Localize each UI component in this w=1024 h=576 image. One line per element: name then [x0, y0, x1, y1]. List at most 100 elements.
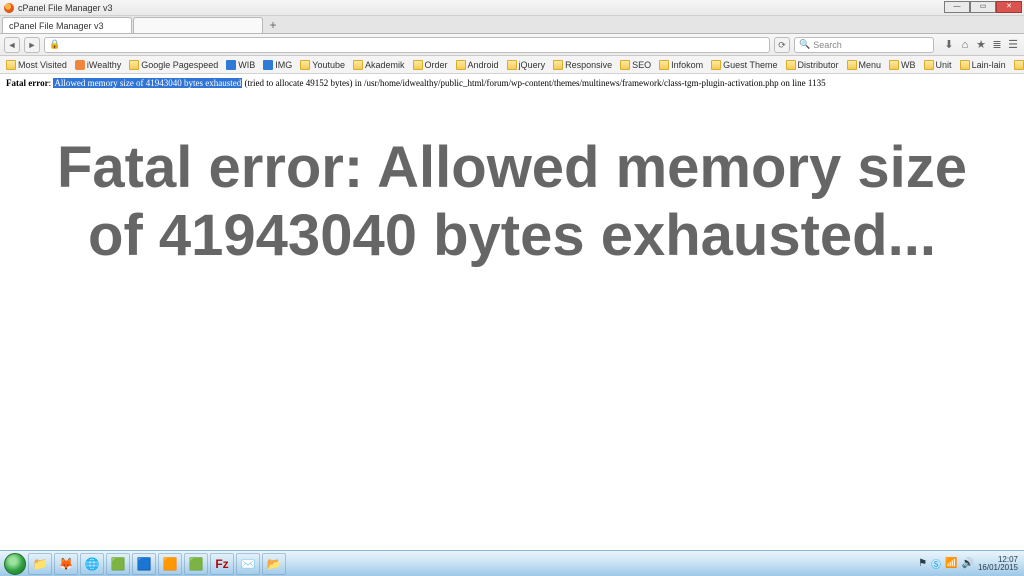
bookmark-label: SEO [632, 60, 651, 70]
bookmark-item[interactable]: Guest Theme [709, 60, 779, 70]
taskbar-item-folder[interactable]: 📂 [262, 553, 286, 575]
bookmark-label: Youtube [312, 60, 345, 70]
folder-icon [847, 60, 857, 70]
favicon-icon [226, 60, 236, 70]
clock-date: 16/01/2015 [978, 564, 1018, 572]
bookmark-item[interactable]: Order [411, 60, 450, 70]
tray-volume-icon[interactable]: 🔊 [962, 558, 974, 569]
bookmark-item[interactable]: WB [887, 60, 918, 70]
taskbar-item-illustrator[interactable]: 🟧 [158, 553, 182, 575]
taskbar-item-filezilla[interactable]: Fz [210, 553, 234, 575]
maximize-button[interactable]: ▭ [970, 1, 996, 13]
search-placeholder: Search [813, 40, 842, 50]
folder-icon [659, 60, 669, 70]
bookmark-item[interactable]: iWealthy [73, 60, 123, 70]
folder-icon [620, 60, 630, 70]
folder-icon [889, 60, 899, 70]
bookmark-item[interactable]: Akademik [351, 60, 407, 70]
bookmark-item[interactable]: Most Visited [4, 60, 69, 70]
close-button[interactable]: ✕ [996, 1, 1022, 13]
tray-skype-icon[interactable]: Ⓢ [931, 556, 941, 571]
search-bar[interactable]: 🔍 Search [794, 37, 934, 53]
php-error-selected: Allowed memory size of 41943040 bytes ex… [53, 78, 242, 88]
bookmark-item[interactable]: jQuery [505, 60, 548, 70]
folder-icon [456, 60, 466, 70]
back-button[interactable]: ◄ [4, 37, 20, 53]
bookmark-item[interactable]: Responsive [551, 60, 614, 70]
nav-toolbar: ◄ ► 🔒 ⟳ 🔍 Search ⬇ ⌂ ★ ≣ ☰ [0, 34, 1024, 56]
tab-strip: cPanel File Manager v3 + [0, 16, 1024, 34]
start-button[interactable] [4, 553, 26, 575]
taskbar-item-dreamweaver[interactable]: 🟩 [184, 553, 208, 575]
bookmark-item[interactable]: PHP [1012, 60, 1024, 70]
bookmark-item[interactable]: WIB [224, 60, 257, 70]
bookmark-item[interactable]: Distributor [784, 60, 841, 70]
folder-icon [6, 60, 16, 70]
bookmark-label: Order [425, 60, 448, 70]
bookmark-item[interactable]: Youtube [298, 60, 347, 70]
taskbar-item-chrome[interactable]: 🌐 [80, 553, 104, 575]
windows-taskbar: 📁 🦊 🌐 🟩 🟦 🟧 🟩 Fz ✉️ 📂 ⚑ Ⓢ 📶 🔊 12:07 16/0… [0, 550, 1024, 576]
bookmark-icon[interactable]: ★ [974, 38, 988, 52]
tab-0[interactable]: cPanel File Manager v3 [2, 17, 132, 33]
bookmark-label: Responsive [565, 60, 612, 70]
folder-icon [507, 60, 517, 70]
forward-button[interactable]: ► [24, 37, 40, 53]
bookmark-label: Infokom [671, 60, 703, 70]
page-content: Fatal error: Allowed memory size of 4194… [0, 74, 1024, 550]
menu-icon[interactable]: ☰ [1006, 38, 1020, 52]
tab-1[interactable] [133, 17, 263, 33]
folder-icon [960, 60, 970, 70]
new-tab-button[interactable]: + [264, 19, 282, 33]
lock-icon: 🔒 [49, 39, 60, 50]
bookmark-item[interactable]: Unit [922, 60, 954, 70]
bookmark-item[interactable]: Menu [845, 60, 884, 70]
bookmark-item[interactable]: Infokom [657, 60, 705, 70]
bookmark-label: Menu [859, 60, 882, 70]
system-tray: ⚑ Ⓢ 📶 🔊 12:07 16/01/2015 [918, 556, 1020, 572]
browser-icon [4, 3, 14, 13]
bookmark-label: Guest Theme [723, 60, 777, 70]
tray-network-icon[interactable]: 📶 [945, 558, 957, 569]
taskbar-item-firefox[interactable]: 🦊 [54, 553, 78, 575]
bookmark-label: WB [901, 60, 916, 70]
minimize-button[interactable]: — [944, 1, 970, 13]
folder-icon [711, 60, 721, 70]
bookmark-label: Lain-lain [972, 60, 1006, 70]
folder-icon [300, 60, 310, 70]
favicon-icon [263, 60, 273, 70]
window-titlebar: cPanel File Manager v3 — ▭ ✕ [0, 0, 1024, 16]
bookmark-item[interactable]: Google Pagespeed [127, 60, 220, 70]
taskbar-item-coreldraw[interactable]: 🟩 [106, 553, 130, 575]
folder-icon [786, 60, 796, 70]
window-controls: — ▭ ✕ [944, 1, 1022, 13]
taskbar-item-photoshop[interactable]: 🟦 [132, 553, 156, 575]
overlay-error-text: Fatal error: Allowed memory size of 4194… [0, 134, 1024, 271]
bookmark-label: Unit [936, 60, 952, 70]
bookmark-label: iWealthy [87, 60, 121, 70]
bookmark-item[interactable]: Lain-lain [958, 60, 1008, 70]
bookmark-item[interactable]: IMG [261, 60, 294, 70]
bookmark-label: jQuery [519, 60, 546, 70]
tab-label: cPanel File Manager v3 [9, 21, 104, 31]
folder-icon [413, 60, 423, 70]
folder-icon [353, 60, 363, 70]
bookmark-label: Android [468, 60, 499, 70]
downloads-icon[interactable]: ⬇ [942, 38, 956, 52]
bookmark-item[interactable]: SEO [618, 60, 653, 70]
folder-icon [129, 60, 139, 70]
address-bar[interactable]: 🔒 [44, 37, 770, 53]
taskbar-clock[interactable]: 12:07 16/01/2015 [978, 556, 1018, 572]
taskbar-item-explorer[interactable]: 📁 [28, 553, 52, 575]
home-icon[interactable]: ⌂ [958, 38, 972, 52]
bookmark-label: IMG [275, 60, 292, 70]
nav-right-icons: ⬇ ⌂ ★ ≣ ☰ [942, 38, 1020, 52]
bookmark-item[interactable]: Android [454, 60, 501, 70]
tray-flag-icon[interactable]: ⚑ [918, 558, 927, 569]
php-error-rest: (tried to allocate 49152 bytes) in /usr/… [245, 78, 826, 88]
feed-icon[interactable]: ≣ [990, 38, 1004, 52]
folder-icon [553, 60, 563, 70]
reload-button[interactable]: ⟳ [774, 37, 790, 53]
taskbar-item-thunderbird[interactable]: ✉️ [236, 553, 260, 575]
bookmark-label: Distributor [798, 60, 839, 70]
